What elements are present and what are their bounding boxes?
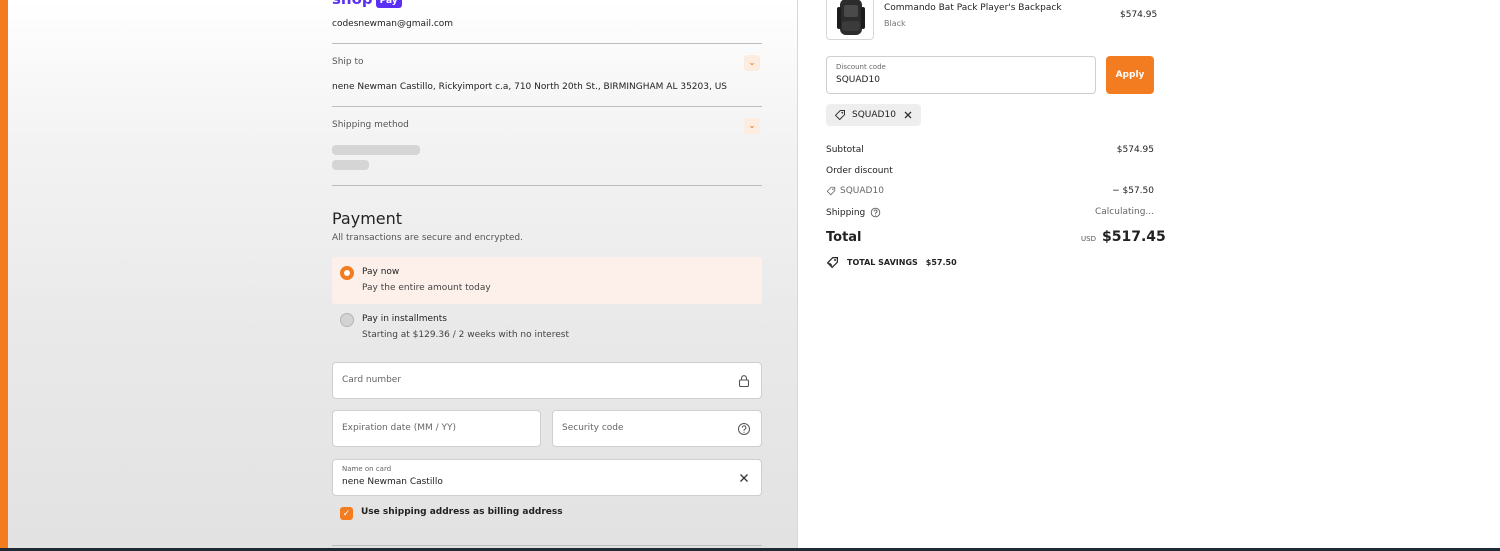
product-thumbnail [826,0,874,40]
contact-email: codesnewman@gmail.com [332,19,454,29]
divider [332,43,762,44]
shipping-line: Shipping [826,207,881,218]
product-variant: Black [884,19,906,28]
product-price: $574.95 [1120,10,1158,20]
accent-bar [0,0,8,551]
security-code-placeholder: Security code [562,423,624,433]
pay-installments-title: Pay in installments [362,314,447,324]
tag-icon [826,186,836,196]
pay-installments-radio[interactable] [340,313,354,327]
chevron-down-icon: ⌄ [748,58,756,68]
shop-pay-logo: shop Pay [332,0,402,8]
divider [332,106,762,107]
divider [332,185,762,186]
total-savings-label: TOTAL SAVINGS [847,258,918,267]
shop-logo-text: shop [332,0,373,8]
discount-line: SQUAD10 [826,186,884,196]
discount-code-line: SQUAD10 [840,186,884,196]
name-on-card-field[interactable]: Name on card nene Newman Castillo [332,459,762,496]
total-savings-value: $57.50 [925,258,957,267]
pay-now-title: Pay now [362,267,400,277]
loading-skeleton [332,145,420,155]
apply-discount-button[interactable]: Apply [1106,56,1154,94]
backpack-icon [837,0,865,35]
loading-skeleton [332,160,369,170]
shop-pay-badge: Pay [375,0,402,8]
ship-to-toggle[interactable]: ⌄ [744,55,760,71]
order-discount-label: Order discount [826,166,893,176]
pay-installments-description: Starting at $129.36 / 2 weeks with no in… [362,330,569,340]
savings-tag-icon [826,257,838,269]
clear-icon[interactable] [737,471,751,485]
billing-address-label[interactable]: Use shipping address as billing address [361,507,563,517]
product-name: Commando Bat Pack Player's Backpack [884,3,1062,13]
applied-discount-code: SQUAD10 [852,110,896,120]
total-currency: USD [1081,235,1096,243]
help-icon[interactable] [870,207,881,218]
discount-code-field[interactable]: Discount code SQUAD10 [826,56,1096,94]
shipping-value: Calculating... [1095,207,1154,217]
remove-discount-icon[interactable] [902,109,914,121]
pay-now-radio[interactable] [340,266,354,280]
total-label: Total [826,230,862,245]
subtotal-label: Subtotal [826,145,864,155]
total-savings: TOTAL SAVINGS $57.50 [826,256,957,269]
chevron-down-icon: ⌄ [748,121,756,131]
subtotal-value: $574.95 [1116,145,1154,155]
tag-icon [834,110,845,121]
shipping-label: Shipping [826,207,866,218]
ship-to-label: Ship to [332,57,364,67]
billing-address-checkbox[interactable]: ✓ [340,507,353,520]
discount-code-value: SQUAD10 [836,75,880,85]
name-on-card-label: Name on card [342,465,392,473]
card-number-field[interactable]: Card number [332,362,762,399]
applied-discount-tag: SQUAD10 [826,104,921,126]
lock-icon [738,375,750,388]
discount-amount: − $57.50 [1112,186,1154,196]
divider [332,545,762,546]
ship-to-address: nene Newman Castillo, Rickyimport c.a, 7… [332,82,727,92]
card-number-placeholder: Card number [342,375,402,385]
expiration-placeholder: Expiration date (MM / YY) [342,423,456,433]
shipping-method-label: Shipping method [332,120,409,130]
security-code-field[interactable]: Security code [552,410,762,447]
payment-subtitle: All transactions are secure and encrypte… [332,233,523,243]
shipping-method-toggle[interactable]: ⌄ [744,118,760,134]
pay-now-description: Pay the entire amount today [362,283,491,293]
payment-title: Payment [332,209,403,228]
pay-installments-option[interactable]: Pay in installments Starting at $129.36 … [332,304,762,351]
discount-code-label: Discount code [836,63,886,71]
help-icon[interactable] [737,422,751,436]
pay-now-option[interactable]: Pay now Pay the entire amount today [332,257,762,304]
name-on-card-value: nene Newman Castillo [342,477,443,487]
expiration-date-field[interactable]: Expiration date (MM / YY) [332,410,541,447]
checkmark-icon: ✓ [342,508,351,519]
total-amount: $517.45 [1102,229,1166,245]
